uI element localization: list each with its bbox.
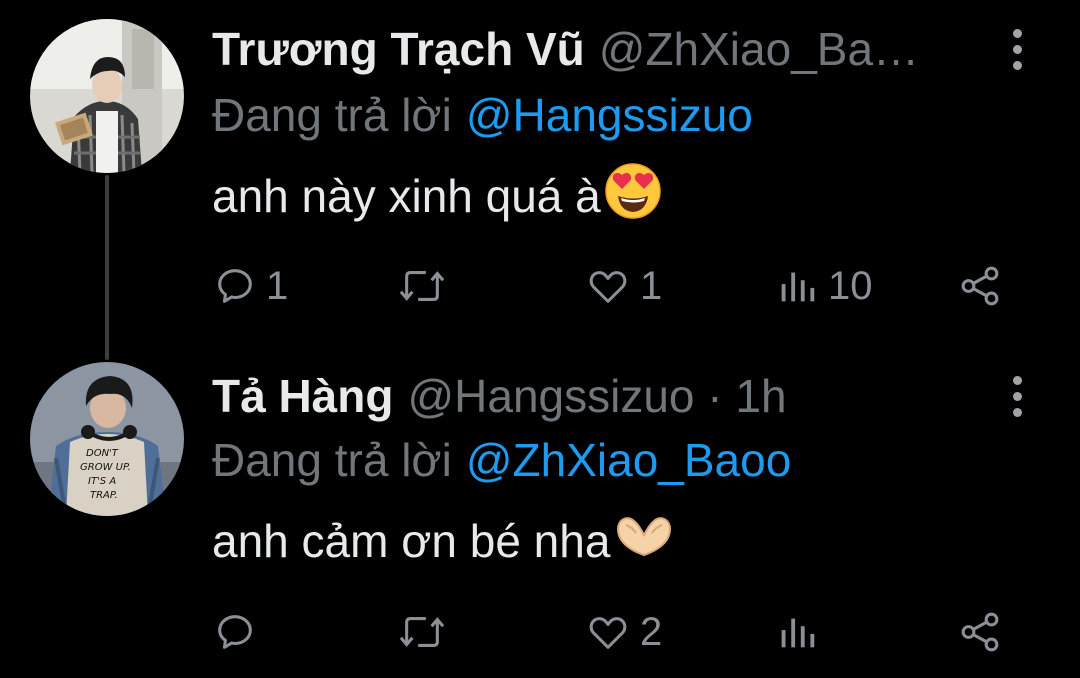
user-handle[interactable]: @Hangssizuo · 1h bbox=[407, 369, 786, 423]
tweet-header: Tả Hàng @Hangssizuo · 1h bbox=[212, 366, 787, 426]
tweet-actions: 2 bbox=[212, 606, 1032, 658]
shirt-text-line-2: GROW UP. bbox=[80, 462, 131, 473]
replying-to: Đang trả lời @Hangssizuo bbox=[212, 87, 753, 143]
retweet-button[interactable] bbox=[396, 606, 456, 658]
views-button[interactable]: 10 bbox=[774, 260, 873, 312]
replying-to-label: Đang trả lời bbox=[212, 434, 452, 486]
heart-icon bbox=[589, 271, 627, 303]
views-button[interactable] bbox=[774, 606, 828, 658]
reply-button[interactable] bbox=[212, 606, 266, 658]
avatar[interactable]: DON'T GROW UP. IT'S A TRAP. bbox=[30, 362, 184, 516]
user-handle[interactable]: @ZhXiao_Ba… bbox=[599, 22, 919, 76]
views-bar-chart-icon bbox=[781, 272, 815, 302]
shirt-text-line-1: DON'T bbox=[86, 448, 119, 459]
avatar[interactable] bbox=[30, 19, 184, 173]
heart-icon bbox=[589, 617, 627, 649]
reply-button[interactable]: 1 bbox=[212, 260, 288, 312]
display-name[interactable]: Tả Hàng bbox=[212, 369, 393, 423]
reply-count: 1 bbox=[266, 263, 289, 308]
replying-to-label: Đang trả lời bbox=[212, 89, 452, 141]
heart-hands-emoji-icon bbox=[612, 511, 676, 572]
views-count: 10 bbox=[828, 263, 873, 308]
views-bar-chart-icon bbox=[781, 618, 815, 648]
shirt-text-line-4: TRAP. bbox=[90, 490, 118, 501]
like-count: 1 bbox=[640, 263, 663, 308]
share-icon bbox=[961, 612, 999, 652]
reply-icon bbox=[218, 269, 252, 303]
more-options-icon[interactable] bbox=[1000, 366, 1034, 426]
tweet-text: anh này xinh quá à bbox=[212, 162, 663, 227]
retweet-button[interactable] bbox=[396, 260, 456, 312]
heart-eyes-emoji-icon bbox=[603, 161, 663, 232]
shirt-text-line-3: IT'S A bbox=[88, 476, 116, 487]
replying-to-handle-link[interactable]: @ZhXiao_Baoo bbox=[466, 433, 791, 487]
like-button[interactable]: 1 bbox=[584, 260, 662, 312]
like-count: 2 bbox=[640, 609, 663, 654]
tweet-body: anh cảm ơn bé nha bbox=[212, 515, 611, 567]
retweet-icon bbox=[399, 271, 445, 301]
tweet-text: anh cảm ơn bé nha bbox=[212, 510, 676, 572]
share-button[interactable] bbox=[956, 260, 1004, 312]
tweet-body: anh này xinh quá à bbox=[212, 170, 601, 222]
share-button[interactable] bbox=[956, 606, 1004, 658]
retweet-icon bbox=[399, 617, 445, 647]
replying-to-handle-link[interactable]: @Hangssizuo bbox=[466, 88, 753, 142]
more-options-icon[interactable] bbox=[1000, 19, 1034, 79]
tweet-header: Trương Trạch Vũ @ZhXiao_Ba… bbox=[212, 19, 919, 79]
thread-connector-line bbox=[105, 175, 109, 360]
like-button[interactable]: 2 bbox=[584, 606, 662, 658]
display-name[interactable]: Trương Trạch Vũ bbox=[212, 22, 585, 76]
share-icon bbox=[961, 266, 999, 306]
replying-to: Đang trả lời @ZhXiao_Baoo bbox=[212, 432, 791, 488]
tweet-actions: 1 1 10 bbox=[212, 260, 1032, 312]
reply-icon bbox=[218, 615, 252, 649]
